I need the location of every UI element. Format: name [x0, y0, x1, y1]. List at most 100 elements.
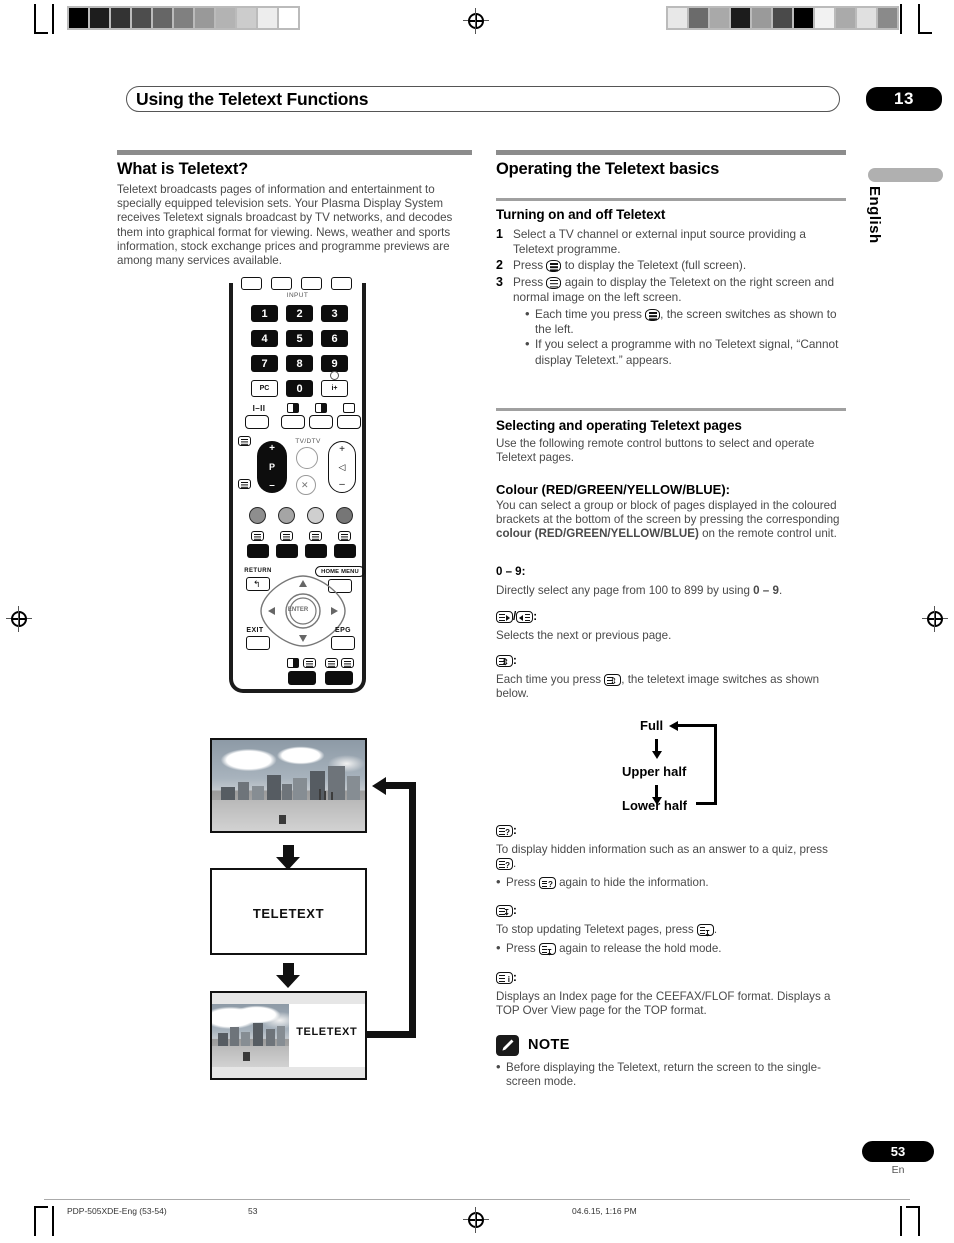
- remote-number-4[interactable]: 4: [251, 330, 278, 347]
- language-tab-bar: [868, 168, 943, 182]
- entry-reveal-body: To display hidden information such as an…: [496, 843, 848, 871]
- entry-nextprev: /: Selects the next or previous page.: [496, 611, 848, 643]
- screen-flow-normal-image: [210, 738, 367, 833]
- remote-info-button[interactable]: i+: [321, 380, 348, 397]
- remote-teletext-button-1[interactable]: [247, 544, 269, 558]
- entry-size-body: Each time you press ⇕, the teletext imag…: [496, 673, 848, 701]
- step-3-text: Press again to display the Teletext on t…: [513, 275, 846, 368]
- remote-bottom-button-2[interactable]: [325, 671, 353, 685]
- right-heading-rule: [496, 150, 846, 155]
- remote-channel-rocker[interactable]: + P –: [257, 441, 287, 493]
- remote-tvdtv-button[interactable]: [296, 447, 318, 469]
- hold-icon: ↧: [538, 943, 556, 957]
- remote-teletext-button-3[interactable]: [305, 544, 327, 558]
- remote-epg-button[interactable]: [331, 636, 355, 650]
- step-3: 3 Press again to display the Teletext on…: [496, 275, 846, 368]
- language-tab-label: English: [866, 186, 883, 244]
- entry-hold-key: ↧:: [496, 905, 848, 917]
- remote-input-button-3[interactable]: [301, 277, 322, 290]
- turning-steps: 1 Select a TV channel or external input …: [496, 227, 846, 369]
- left-section-heading: What is Teletext?: [117, 160, 249, 178]
- remote-bottom-button-1[interactable]: [288, 671, 316, 685]
- hold-bullet-2: again to release the hold mode.: [555, 942, 722, 956]
- teletext-icon: [546, 260, 562, 273]
- size-flow-diagram: Full Upper half Lower half: [600, 712, 770, 817]
- crop-mark-bottom-right-v: [900, 1206, 902, 1236]
- remote-channel-plus: +: [269, 443, 275, 454]
- remote-exit-button[interactable]: [246, 636, 270, 650]
- step-1: 1 Select a TV channel or external input …: [496, 227, 846, 257]
- page-locale-label: En: [891, 1164, 905, 1176]
- bullet-1-pre: Each time you press: [535, 307, 646, 322]
- entry-digits: 0 – 9: Directly select any page from 100…: [496, 566, 848, 598]
- reveal-icon: ?: [538, 877, 556, 890]
- remote-fn-button-1[interactable]: [245, 415, 269, 429]
- remote-number-6[interactable]: 6: [321, 330, 348, 347]
- reveal-icon: ?: [496, 825, 513, 837]
- remote-number-1[interactable]: 1: [251, 305, 278, 322]
- volume-icon: ◁: [338, 461, 346, 472]
- remote-fn-button-4[interactable]: [337, 415, 361, 429]
- step-2-number: 2: [496, 258, 503, 273]
- crop-mark-bottom-left-h: [34, 1206, 48, 1208]
- page-title: Using the Teletext Functions: [136, 89, 369, 109]
- entry-size-colon: :: [513, 655, 517, 667]
- entry-reveal-colon: :: [513, 825, 517, 837]
- teletext-icon: [546, 276, 562, 289]
- size-flow-return-right: [714, 724, 717, 805]
- remote-number-7[interactable]: 7: [251, 355, 278, 372]
- still-icon: [325, 658, 338, 668]
- remote-colour-button-yellow[interactable]: [307, 507, 324, 524]
- size-flow-full: Full: [640, 718, 664, 733]
- remote-number-0[interactable]: 0: [286, 380, 313, 397]
- size-icon: ⇕: [604, 674, 622, 686]
- remote-colour-button-red[interactable]: [249, 507, 266, 524]
- left-heading-rule: [117, 150, 472, 155]
- entry-hold: ↧: To stop updating Teletext pages, pres…: [496, 905, 848, 957]
- remote-colour-button-blue[interactable]: [336, 507, 353, 524]
- remote-number-3[interactable]: 3: [321, 305, 348, 322]
- remote-enter-label: ENTER: [287, 607, 309, 613]
- remote-number-5[interactable]: 5: [286, 330, 313, 347]
- selecting-rule: [496, 408, 846, 411]
- note-pencil-icon: [496, 1035, 519, 1056]
- remote-input-button-1[interactable]: [241, 277, 262, 290]
- entry-colour-key: Colour (RED/GREEN/YELLOW/BLUE):: [496, 482, 730, 497]
- remote-teletext-button-2[interactable]: [276, 544, 298, 558]
- right-section-heading: Operating the Teletext basics: [496, 160, 720, 178]
- remote-number-9[interactable]: 9: [321, 355, 348, 372]
- remote-pc-button[interactable]: PC: [251, 380, 278, 397]
- remote-number-2[interactable]: 2: [286, 305, 313, 322]
- step-3-post: again to display the Teletext on the rig…: [513, 274, 835, 304]
- screen-flow-teletext-split: TELETEXT: [210, 991, 367, 1080]
- remote-teletext-button-4[interactable]: [334, 544, 356, 558]
- crop-mark-bottom-right-h: [906, 1206, 920, 1208]
- remote-contrast-icon: [287, 403, 299, 413]
- remote-input-button-4[interactable]: [331, 277, 352, 290]
- crop-mark-top-right-v2: [918, 4, 920, 34]
- registration-target-left: [6, 606, 32, 632]
- turning-heading: Turning on and off Teletext: [496, 207, 666, 222]
- crop-mark-bottom-right-v2: [918, 1206, 920, 1236]
- flow-arrow-2: [276, 963, 300, 988]
- size-flow-upper: Upper half: [622, 764, 687, 779]
- entry-nextprev-key: /:: [496, 611, 848, 623]
- remote-number-8[interactable]: 8: [286, 355, 313, 372]
- size-icon: ⇕: [496, 655, 513, 667]
- selecting-heading: Selecting and operating Teletext pages: [496, 418, 742, 433]
- page-next-icon: [496, 611, 513, 623]
- colour-body-1: You can select a group or block of pages…: [496, 499, 840, 527]
- remote-freeze-icon: [343, 403, 355, 413]
- reveal-bullet-2: again to hide the information.: [555, 876, 709, 890]
- note-items: Before displaying the Teletext, return t…: [496, 1060, 848, 1089]
- remote-colour-button-green[interactable]: [278, 507, 295, 524]
- crop-mark-top-left-v: [34, 4, 36, 34]
- size-body-1: Each time you press: [496, 673, 605, 686]
- remote-fn-button-2[interactable]: [281, 415, 305, 429]
- footer-divider: [44, 1199, 910, 1200]
- remote-volume-rocker[interactable]: + ◁ –: [328, 441, 356, 493]
- remote-sound-label: I–II: [252, 404, 266, 413]
- reveal-bullet: Press ? again to hide the information.: [496, 875, 848, 890]
- remote-input-button-2[interactable]: [271, 277, 292, 290]
- remote-fn-button-3[interactable]: [309, 415, 333, 429]
